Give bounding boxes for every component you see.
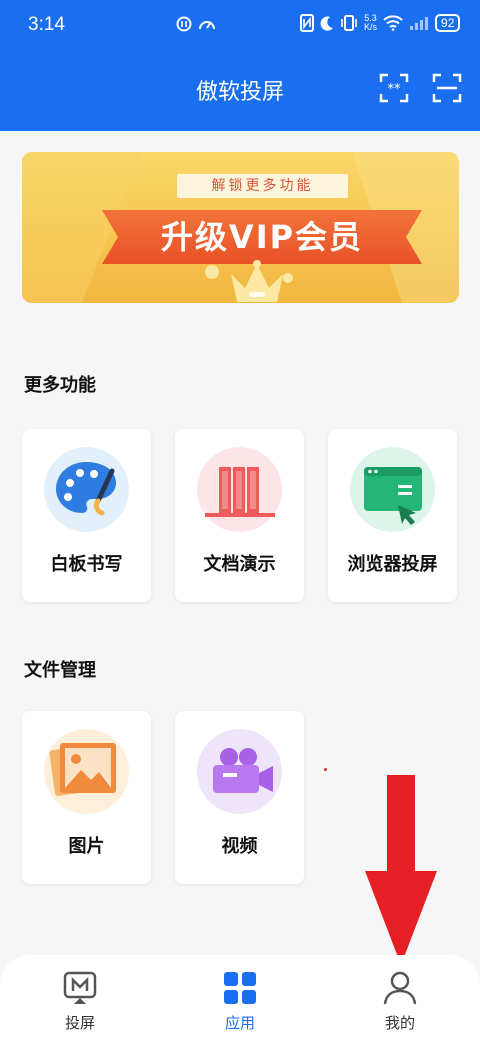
status-mid-icons — [176, 16, 216, 32]
tab-mine[interactable]: 我的 — [340, 955, 460, 1040]
svg-text:**: ** — [388, 82, 402, 97]
cast-icon — [63, 971, 97, 1004]
network-speed: 5.3 K/s — [364, 14, 377, 32]
feature-label-whiteboard: 白板书写 — [50, 554, 123, 575]
status-time: 3:14 — [28, 14, 65, 35]
vip-banner[interactable]: 解锁更多功能 升级VIP会员 — [22, 152, 459, 303]
wifi-icon — [383, 15, 403, 31]
speedometer-icon — [199, 21, 215, 30]
scan-icon — [432, 73, 462, 103]
red-arrow-annotation — [365, 775, 437, 965]
feature-card-document-demo[interactable]: 文档演示 — [175, 429, 304, 602]
vibrate-icon — [341, 15, 357, 31]
signal-icon — [410, 17, 429, 30]
file-card-videos[interactable]: 视频 — [175, 711, 304, 884]
file-label-videos: 视频 — [221, 836, 258, 857]
feature-label-browser-cast: 浏览器投屏 — [347, 554, 438, 575]
scan-code-icon: ** — [379, 73, 409, 103]
feature-label-document-demo: 文档演示 — [203, 554, 276, 575]
unlock-more-text: 解锁更多功能 — [177, 174, 348, 198]
apps-grid-icon — [224, 972, 256, 1004]
file-label-pictures: 图片 — [68, 836, 105, 857]
tab-apps[interactable]: 应用 — [180, 955, 300, 1040]
app-header: 3:14 5.3 K/s 92 傲软投屏 ** — [0, 0, 480, 131]
palette-icon — [56, 462, 116, 516]
file-card-pictures[interactable]: 图片 — [22, 711, 151, 884]
picture-icon — [49, 743, 116, 796]
scan-button[interactable] — [431, 72, 463, 104]
scan-code-button[interactable]: ** — [378, 72, 410, 104]
bottom-tab-bar: 投屏 应用 我的 — [0, 955, 480, 1040]
person-icon — [383, 971, 417, 1005]
upgrade-vip-text: 升级VIP会员 — [102, 210, 422, 264]
tab-label-mine: 我的 — [384, 1014, 415, 1032]
tab-label-apps: 应用 — [224, 1014, 255, 1032]
status-bar: 3:14 5.3 K/s 92 — [0, 0, 480, 52]
battery-indicator: 92 — [435, 14, 461, 32]
notification-icon — [176, 16, 192, 32]
status-right-icons: 5.3 K/s 92 — [300, 14, 461, 32]
tab-cast[interactable]: 投屏 — [20, 955, 140, 1040]
documents-icon — [205, 467, 275, 517]
section-title-more-features: 更多功能 — [24, 375, 96, 396]
nfc-icon — [300, 14, 314, 32]
browser-icon — [364, 467, 422, 525]
feature-card-browser-cast[interactable]: 浏览器投屏 — [328, 429, 457, 602]
feature-card-whiteboard[interactable]: 白板书写 — [22, 429, 151, 602]
video-camera-icon — [213, 748, 273, 793]
crown-icon — [231, 260, 283, 302]
tab-label-cast: 投屏 — [64, 1014, 95, 1032]
section-title-file-management: 文件管理 — [24, 660, 96, 681]
red-dot — [324, 768, 327, 771]
network-speed-unit: K/s — [364, 22, 378, 32]
moon-icon — [320, 16, 333, 31]
